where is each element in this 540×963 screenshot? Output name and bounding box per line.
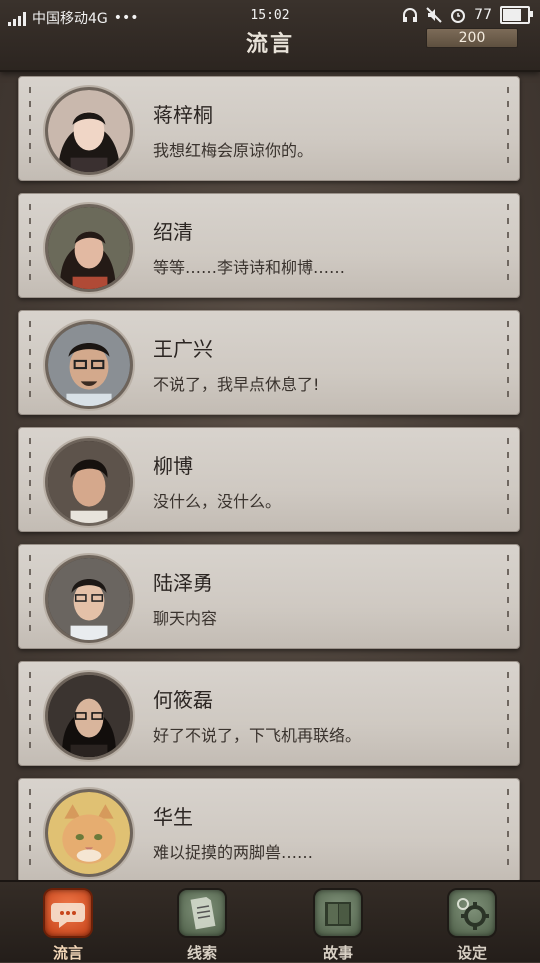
- contact-card[interactable]: 陆泽勇 聊天内容: [18, 544, 520, 649]
- contact-name: 何筱磊: [153, 688, 213, 712]
- contact-message: 等等……李诗诗和柳博……: [153, 258, 346, 277]
- battery-icon: [500, 6, 533, 24]
- stitch-decoration: [29, 438, 31, 521]
- stitch-decoration: [507, 555, 509, 638]
- contact-message: 好了不说了，下飞机再联络。: [153, 726, 362, 745]
- contact-card[interactable]: 王广兴 不说了，我早点休息了!: [18, 310, 520, 415]
- book-icon: [313, 888, 363, 938]
- contact-name: 柳博: [153, 454, 193, 478]
- stitch-decoration: [29, 672, 31, 755]
- chat-bubble-icon: [43, 888, 93, 938]
- contact-card[interactable]: 绍清 等等……李诗诗和柳博……: [18, 193, 520, 298]
- mute-icon: [426, 7, 442, 23]
- stitch-decoration: [507, 321, 509, 404]
- stitch-decoration: [507, 789, 509, 872]
- avatar: [45, 87, 133, 175]
- avatar: [45, 321, 133, 409]
- contact-list: 蒋梓桐 我想红梅会原谅你的。 绍清 等等……李诗诗和柳博…… 王广兴 不说了，我…: [18, 76, 520, 895]
- stitch-decoration: [507, 672, 509, 755]
- avatar: [45, 438, 133, 526]
- contact-message: 不说了，我早点休息了!: [153, 375, 320, 394]
- avatar: [45, 789, 133, 877]
- contact-name: 绍清: [153, 220, 193, 244]
- contact-message: 聊天内容: [153, 609, 218, 628]
- stitch-decoration: [29, 789, 31, 872]
- contact-name: 陆泽勇: [153, 571, 213, 595]
- stitch-decoration: [29, 204, 31, 287]
- contact-message: 我想红梅会原谅你的。: [153, 141, 314, 160]
- contact-message: 没什么，没什么。: [153, 492, 282, 511]
- tab-rumors[interactable]: 流言: [28, 888, 108, 963]
- gear-icon: [447, 888, 497, 938]
- status-bar: 中国移动4G ••• 15:02 77: [0, 0, 540, 34]
- document-icon: [177, 888, 227, 938]
- contact-card[interactable]: 何筱磊 好了不说了，下飞机再联络。: [18, 661, 520, 766]
- alarm-icon: [451, 9, 466, 23]
- contact-name: 王广兴: [153, 337, 213, 361]
- contact-message: 难以捉摸的两脚兽……: [153, 843, 314, 862]
- stitch-decoration: [507, 204, 509, 287]
- avatar: [45, 204, 133, 292]
- tab-settings[interactable]: 设定: [432, 888, 512, 963]
- headphones-icon: [403, 8, 418, 22]
- stitch-decoration: [507, 438, 509, 521]
- contact-card[interactable]: 蒋梓桐 我想红梅会原谅你的。: [18, 76, 520, 181]
- avatar: [45, 672, 133, 760]
- contact-name: 蒋梓桐: [153, 103, 213, 127]
- stitch-decoration: [29, 87, 31, 170]
- tab-clues[interactable]: 线索: [162, 888, 242, 963]
- contact-name: 华生: [153, 805, 193, 829]
- avatar: [45, 555, 133, 643]
- tab-bar: 流言 线索 故事 设定: [0, 880, 540, 962]
- contact-card[interactable]: 柳博 没什么，没什么。: [18, 427, 520, 532]
- stitch-decoration: [29, 321, 31, 404]
- contact-card[interactable]: 华生 难以捉摸的两脚兽……: [18, 778, 520, 883]
- stitch-decoration: [507, 87, 509, 170]
- tab-story[interactable]: 故事: [298, 888, 378, 963]
- battery-percent: 77: [474, 7, 492, 23]
- stitch-decoration: [29, 555, 31, 638]
